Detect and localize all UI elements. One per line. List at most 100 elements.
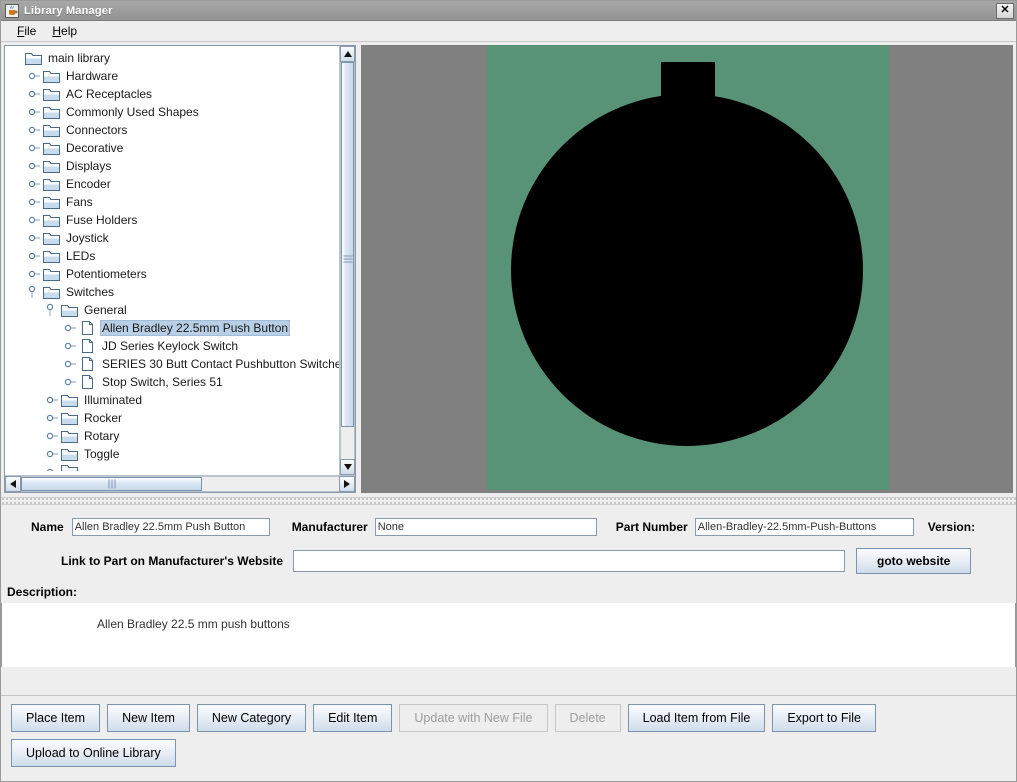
tree-node[interactable]: main library xyxy=(9,49,339,67)
folder-icon xyxy=(61,303,78,317)
export-to-file-button[interactable]: Export to File xyxy=(772,704,876,732)
tree-node-partial[interactable] xyxy=(9,463,339,471)
tree-expand-handle-icon[interactable] xyxy=(27,103,43,121)
menu-help-label-rest: elp xyxy=(61,24,78,38)
tree-node[interactable]: Encoder xyxy=(9,175,339,193)
tree-expand-handle-icon[interactable] xyxy=(27,139,43,157)
tree-expand-handle-icon[interactable] xyxy=(27,67,43,85)
split-pane-divider[interactable] xyxy=(1,497,1016,505)
tree-expand-handle-icon[interactable] xyxy=(27,85,43,103)
menu-help[interactable]: Help xyxy=(44,22,85,40)
tree-node[interactable]: Decorative xyxy=(9,139,339,157)
tree-node[interactable]: Fuse Holders xyxy=(9,211,339,229)
tree-node-label: AC Receptacles xyxy=(66,87,153,101)
tree-expand-handle-icon[interactable] xyxy=(63,337,79,355)
part-number-input[interactable] xyxy=(694,518,914,536)
tree-node[interactable]: Toggle xyxy=(9,445,339,463)
load-item-from-file-button[interactable]: Load Item from File xyxy=(627,704,766,732)
file-icon xyxy=(79,339,96,353)
folder-icon xyxy=(43,177,60,191)
action-button-bar: Place Item New Item New Category Edit Item U… xyxy=(1,695,1016,781)
tree-horizontal-scrollbar[interactable] xyxy=(5,475,355,492)
tree-node[interactable]: Commonly Used Shapes xyxy=(9,103,339,121)
folder-icon xyxy=(61,463,78,471)
tree-expand-handle-icon[interactable] xyxy=(27,175,43,193)
library-tree[interactable]: main library Hardware AC Receptacles Common… xyxy=(5,46,339,471)
tree-node-label: Hardware xyxy=(66,69,119,83)
tree-expand-handle-icon[interactable] xyxy=(27,283,43,301)
goto-website-button[interactable]: goto website xyxy=(856,548,972,574)
folder-icon xyxy=(43,141,60,155)
close-icon[interactable]: ✕ xyxy=(996,2,1014,19)
tree-expand-handle-icon[interactable] xyxy=(63,319,79,337)
description-text: Allen Bradley 22.5 mm push buttons xyxy=(97,617,290,631)
tree-node-label: LEDs xyxy=(66,249,96,263)
tree-node[interactable]: Allen Bradley 22.5mm Push Button xyxy=(9,319,339,337)
tree-expand-handle-icon[interactable] xyxy=(63,355,79,373)
tree-node-label: Joystick xyxy=(66,231,109,245)
manufacturer-input[interactable] xyxy=(374,518,597,536)
tree-vertical-scrollbar[interactable] xyxy=(339,46,355,475)
tree-expand-handle-icon[interactable] xyxy=(45,409,61,427)
scroll-up-icon[interactable] xyxy=(340,46,355,62)
scroll-down-icon[interactable] xyxy=(340,459,355,475)
tree-vscroll-track[interactable] xyxy=(340,62,355,459)
tree-node[interactable]: Connectors xyxy=(9,121,339,139)
tree-node[interactable]: Illuminated xyxy=(9,391,339,409)
tree-expand-handle-icon[interactable] xyxy=(27,229,43,247)
tree-node[interactable]: Displays xyxy=(9,157,339,175)
tree-scroll-viewport[interactable]: main library Hardware AC Receptacles Common… xyxy=(5,46,339,475)
tree-node[interactable]: LEDs xyxy=(9,247,339,265)
tree-expand-handle-icon[interactable] xyxy=(45,445,61,463)
tree-expand-handle-icon[interactable] xyxy=(45,301,61,319)
tree-node-label: Rotary xyxy=(84,429,120,443)
tree-expand-handle-icon[interactable] xyxy=(27,157,43,175)
tree-node[interactable]: Fans xyxy=(9,193,339,211)
edit-item-button[interactable]: Edit Item xyxy=(313,704,393,732)
tree-expand-handle-icon[interactable] xyxy=(27,193,43,211)
tree-expand-handle-icon[interactable] xyxy=(27,211,43,229)
tree-hscroll-track[interactable] xyxy=(21,476,339,492)
menu-file[interactable]: File xyxy=(9,22,44,40)
new-category-button[interactable]: New Category xyxy=(196,704,307,732)
scroll-left-icon[interactable] xyxy=(5,476,21,492)
update-with-new-file-button: Update with New File xyxy=(399,704,548,732)
tree-node[interactable]: AC Receptacles xyxy=(9,85,339,103)
scroll-right-icon[interactable] xyxy=(339,476,355,492)
tree-hscroll-thumb[interactable] xyxy=(21,477,203,491)
tree-node[interactable]: Switches xyxy=(9,283,339,301)
file-icon xyxy=(79,321,96,335)
tree-expand-handle-icon[interactable] xyxy=(63,373,79,391)
action-row-primary: Place Item New Item New Category Edit Item U… xyxy=(11,704,1016,732)
upload-to-online-library-button[interactable]: Upload to Online Library xyxy=(11,739,176,767)
tree-node[interactable]: Rocker xyxy=(9,409,339,427)
tree-node-label: SERIES 30 Butt Contact Pushbutton Switch… xyxy=(102,357,339,371)
tree-node[interactable]: Joystick xyxy=(9,229,339,247)
tree-expand-handle-icon[interactable] xyxy=(27,121,43,139)
tree-expand-handle-icon[interactable] xyxy=(45,427,61,445)
tree-expand-handle-icon[interactable] xyxy=(45,391,61,409)
tree-vscroll-thumb[interactable] xyxy=(341,62,354,428)
part-preview-panel[interactable] xyxy=(361,45,1013,493)
website-link-input[interactable] xyxy=(293,550,845,572)
new-item-button[interactable]: New Item xyxy=(107,704,190,732)
tree-node[interactable]: Rotary xyxy=(9,427,339,445)
description-text-area[interactable]: Allen Bradley 22.5 mm push buttons xyxy=(1,603,1016,667)
place-item-button[interactable]: Place Item xyxy=(11,704,101,732)
folder-icon xyxy=(25,51,42,65)
website-link-label: Link to Part on Manufacturer's Website xyxy=(61,554,283,568)
tree-node-label: General xyxy=(84,303,127,317)
tree-node[interactable]: Potentiometers xyxy=(9,265,339,283)
tree-expand-handle-icon[interactable] xyxy=(27,247,43,265)
java-coffee-cup-icon xyxy=(5,3,19,18)
tree-node[interactable]: JD Series Keylock Switch xyxy=(9,337,339,355)
tree-expand-handle-icon[interactable] xyxy=(45,463,61,471)
tree-node[interactable]: Stop Switch, Series 51 xyxy=(9,373,339,391)
tree-node[interactable]: SERIES 30 Butt Contact Pushbutton Switch… xyxy=(9,355,339,373)
tree-node[interactable]: General xyxy=(9,301,339,319)
name-input[interactable] xyxy=(71,518,270,536)
tree-node[interactable]: Hardware xyxy=(9,67,339,85)
folder-icon xyxy=(43,231,60,245)
tree-expand-handle-icon[interactable] xyxy=(27,265,43,283)
